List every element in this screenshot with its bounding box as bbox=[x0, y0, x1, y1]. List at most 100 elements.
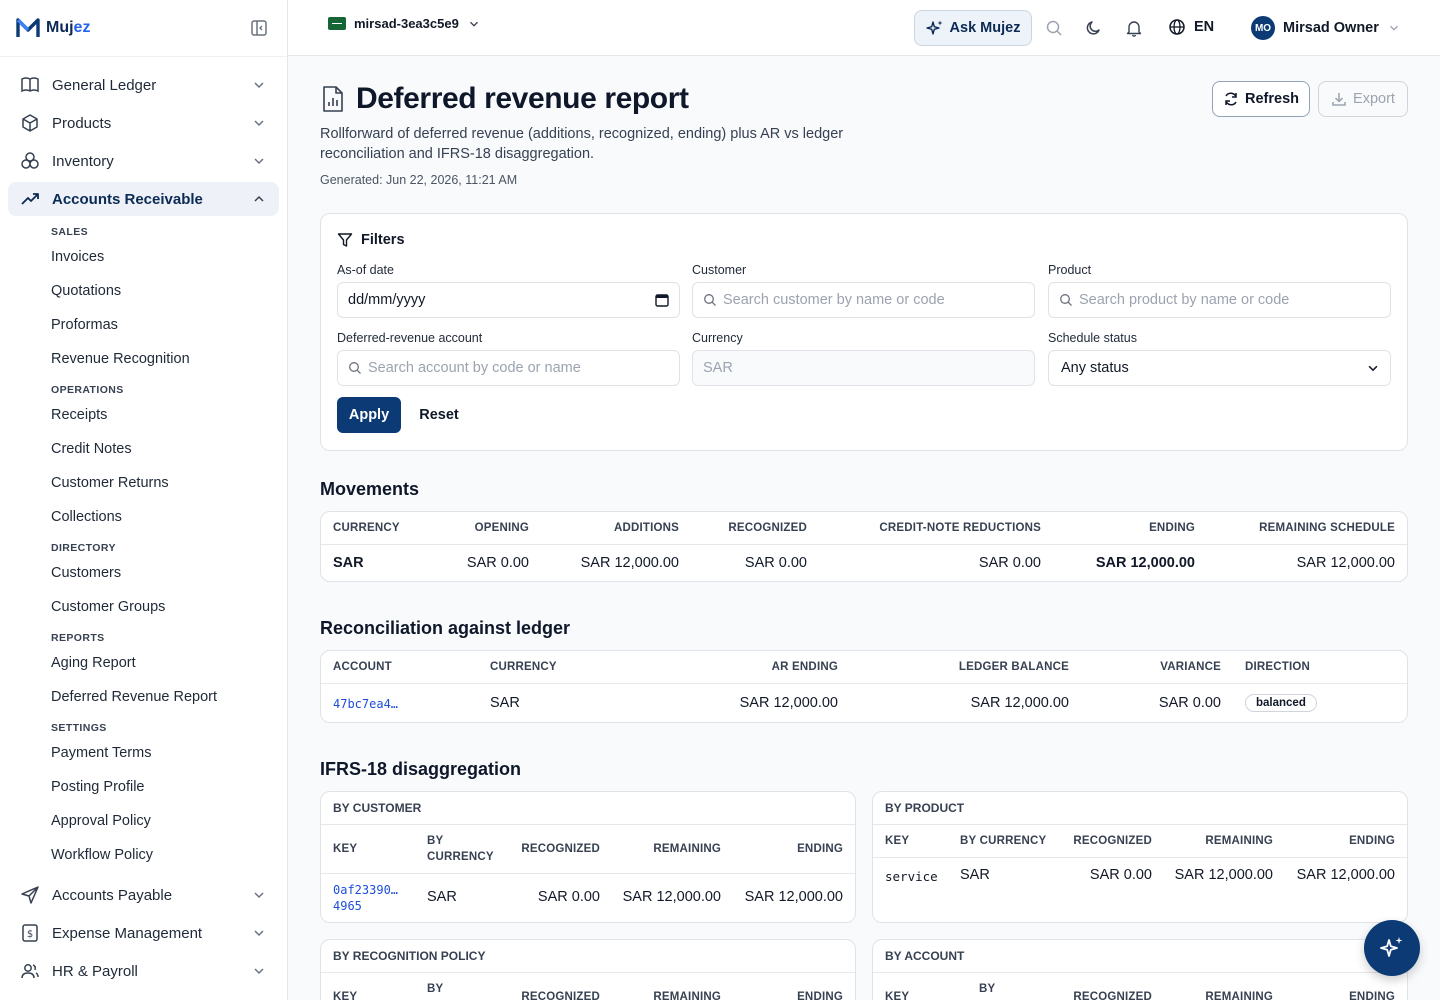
sidebar-item-receipts[interactable]: Receipts bbox=[51, 407, 107, 423]
receipt-icon: $ bbox=[22, 924, 38, 942]
table-cell: SAR 12,000.00 bbox=[1296, 555, 1395, 571]
customer-key-link[interactable]: 0af23390… 4965 bbox=[333, 882, 398, 914]
sidebar-item-collections[interactable]: Collections bbox=[51, 509, 122, 525]
col-header: CREDIT-NOTE REDUCTIONS bbox=[879, 522, 1041, 534]
nav-inventory[interactable]: Inventory bbox=[8, 144, 279, 178]
apply-button[interactable]: Apply bbox=[337, 397, 401, 433]
section-label-sales: SALES bbox=[51, 226, 89, 238]
ai-assistant-fab[interactable] bbox=[1364, 920, 1420, 976]
language-switcher[interactable]: EN bbox=[1168, 18, 1214, 36]
ifrs-heading: IFRS-18 disaggregation bbox=[320, 759, 522, 779]
table-cell: SAR 12,000.00 bbox=[1296, 867, 1395, 883]
sidebar-item-payment-terms[interactable]: Payment Terms bbox=[51, 745, 151, 761]
col-header: REMAINING bbox=[1205, 835, 1273, 847]
nav-products[interactable]: Products bbox=[8, 106, 279, 140]
table-cell: SAR 12,000.00 bbox=[1095, 555, 1195, 571]
col-header: RECOGNIZED bbox=[521, 843, 600, 855]
trending-up-icon bbox=[21, 193, 39, 205]
search-icon[interactable] bbox=[1045, 19, 1063, 37]
nav-label: Products bbox=[52, 114, 112, 132]
divider bbox=[321, 544, 1407, 545]
movements-table: CURRENCY OPENING ADDITIONS RECOGNIZED CR… bbox=[320, 511, 1408, 582]
reset-button[interactable]: Reset bbox=[413, 397, 465, 433]
mujez-logo-icon bbox=[16, 18, 40, 37]
brand[interactable]: Mujez bbox=[0, 0, 287, 56]
sidebar-item-customer-groups[interactable]: Customer Groups bbox=[51, 599, 165, 615]
users-icon bbox=[21, 964, 39, 979]
export-button[interactable]: Export bbox=[1318, 81, 1408, 117]
moon-icon[interactable] bbox=[1085, 19, 1103, 37]
bell-icon[interactable] bbox=[1125, 19, 1143, 37]
sidebar-item-invoices[interactable]: Invoices bbox=[51, 249, 104, 265]
refresh-button[interactable]: Refresh bbox=[1212, 81, 1310, 117]
download-icon bbox=[1332, 93, 1346, 106]
sidebar-item-aging-report[interactable]: Aging Report bbox=[51, 655, 136, 671]
product-search-input[interactable]: Search product by name or code bbox=[1048, 282, 1391, 318]
col-header: ENDING bbox=[797, 843, 843, 855]
calendar-icon bbox=[655, 294, 669, 307]
nav-label: General Ledger bbox=[52, 76, 157, 94]
nav-label: Accounts Payable bbox=[52, 886, 173, 904]
col-header: BY bbox=[427, 983, 444, 995]
account-placeholder: Search account by code or name bbox=[368, 360, 581, 376]
sparkles-icon bbox=[925, 20, 943, 35]
search-icon bbox=[349, 362, 361, 374]
sidebar-item-proformas[interactable]: Proformas bbox=[51, 317, 118, 333]
sidebar-item-workflow-policy[interactable]: Workflow Policy bbox=[51, 847, 153, 863]
org-switcher[interactable]: mirsad-3ea3c5e9 bbox=[328, 16, 481, 31]
as-of-date-input[interactable]: dd/mm/yyyy bbox=[337, 282, 680, 318]
search-icon bbox=[704, 294, 716, 306]
col-header: DIRECTION bbox=[1245, 661, 1311, 673]
chevron-up-icon bbox=[254, 195, 264, 202]
section-label-reports: REPORTS bbox=[51, 632, 105, 644]
sidebar-item-revenue-recognition[interactable]: Revenue Recognition bbox=[51, 351, 190, 367]
col-header: BY CURRENCY bbox=[427, 835, 494, 863]
customer-search-input[interactable]: Search customer by name or code bbox=[692, 282, 1035, 318]
col-header: KEY bbox=[885, 991, 910, 1000]
divider bbox=[321, 873, 855, 874]
sidebar-item-posting-profile[interactable]: Posting Profile bbox=[51, 779, 145, 795]
nav-hr-payroll[interactable]: HR & Payroll bbox=[8, 954, 279, 988]
sidebar-collapse-icon[interactable] bbox=[250, 19, 268, 37]
sidebar-item-approval-policy[interactable]: Approval Policy bbox=[51, 813, 151, 829]
table-cell: SAR 12,000.00 bbox=[622, 889, 721, 905]
filter-icon bbox=[337, 233, 353, 247]
chevron-down-icon bbox=[254, 892, 264, 899]
table-cell: SAR 12,000.00 bbox=[580, 555, 679, 571]
table-cell: SAR bbox=[333, 555, 364, 571]
avatar: MO bbox=[1251, 16, 1275, 40]
nav-accounts-receivable[interactable]: Accounts Receivable bbox=[8, 182, 279, 216]
sidebar-item-quotations[interactable]: Quotations bbox=[51, 283, 121, 299]
divider bbox=[873, 824, 1407, 825]
user-menu[interactable]: MO Mirsad Owner bbox=[1251, 16, 1401, 40]
reconciliation-table: ACCOUNT CURRENCY AR ENDING LEDGER BALANC… bbox=[320, 650, 1408, 723]
sidebar-item-customers[interactable]: Customers bbox=[51, 565, 121, 581]
table-cell: SAR 0.00 bbox=[1089, 867, 1152, 883]
col-header: VARIANCE bbox=[1160, 661, 1221, 673]
nav-label: Expense Management bbox=[52, 924, 203, 942]
nav-expense-management[interactable]: $ Expense Management bbox=[8, 916, 279, 950]
account-link[interactable]: 47bc7ea4… bbox=[333, 697, 398, 711]
boxes-icon bbox=[21, 152, 39, 169]
col-header: LEDGER BALANCE bbox=[958, 661, 1069, 673]
currency-input[interactable]: SAR bbox=[692, 350, 1035, 386]
col-header: ADDITIONS bbox=[613, 522, 679, 534]
divider bbox=[873, 857, 1407, 858]
sidebar: Mujez General Ledger Products Inventory … bbox=[0, 0, 288, 1000]
globe-icon bbox=[1169, 19, 1185, 35]
sidebar-item-credit-notes[interactable]: Credit Notes bbox=[51, 441, 132, 457]
ask-mujez-button[interactable]: Ask Mujez bbox=[914, 10, 1032, 46]
sidebar-item-deferred-revenue-report[interactable]: Deferred Revenue Report bbox=[51, 689, 217, 705]
sidebar-item-customer-returns[interactable]: Customer Returns bbox=[51, 475, 169, 491]
account-search-input[interactable]: Search account by code or name bbox=[337, 350, 680, 386]
filters-card: Filters As-of date dd/mm/yyyy Customer S… bbox=[320, 213, 1408, 451]
col-header: REMAINING bbox=[653, 843, 721, 855]
schedule-status-select[interactable]: Any status bbox=[1048, 350, 1391, 386]
nav-accounts-payable[interactable]: Accounts Payable bbox=[8, 878, 279, 912]
file-chart-icon bbox=[323, 86, 343, 112]
col-header: RECOGNIZED bbox=[1073, 835, 1152, 847]
by-recognition-policy-card: BY RECOGNITION POLICY KEY BY RECOGNIZED … bbox=[320, 939, 856, 1000]
nav-general-ledger[interactable]: General Ledger bbox=[8, 68, 279, 102]
customer-placeholder: Search customer by name or code bbox=[723, 292, 945, 308]
divider bbox=[321, 824, 855, 825]
